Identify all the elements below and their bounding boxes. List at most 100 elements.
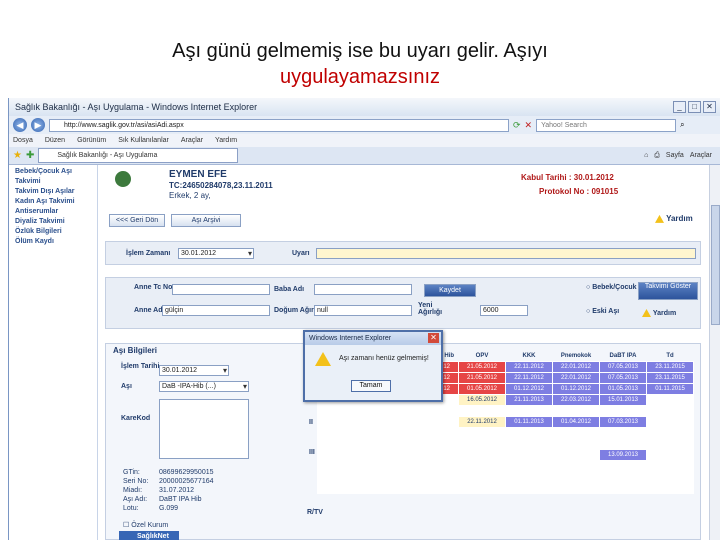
vaccine-cell: [505, 470, 553, 483]
vaccine-cell[interactable]: 01.05.2012: [458, 382, 506, 395]
patient-avatar-icon: [115, 171, 131, 187]
dogum-agirligi-input[interactable]: null: [314, 305, 412, 316]
close-window-button[interactable]: ✕: [703, 101, 716, 113]
uyari-field[interactable]: [316, 248, 696, 259]
print-icon[interactable]: ⎙: [654, 152, 660, 160]
yeni-agirlik-input[interactable]: 6000: [480, 305, 528, 316]
takvimi-goster-button[interactable]: Takvimi Göster: [638, 282, 698, 300]
vaccine-cell[interactable]: 01.04.2012: [552, 415, 600, 428]
vaccine-cell[interactable]: 21.11.2013: [505, 393, 553, 406]
eski-asi-radio[interactable]: ○ Eski Aşı: [586, 308, 619, 315]
back-button[interactable]: <<< Geri Dön: [109, 214, 165, 227]
asi-select[interactable]: DaB -IPA-Hib (...): [159, 381, 249, 392]
vaccine-cell[interactable]: 16.05.2012: [411, 459, 459, 472]
scrollbar-thumb[interactable]: [711, 205, 720, 325]
vaccine-cell[interactable]: 01.12.2012: [505, 382, 553, 395]
vaccine-cell[interactable]: 20.07.2012: [317, 448, 365, 461]
vaccine-cell[interactable]: 21.05.2012: [458, 371, 506, 384]
vaccine-cell[interactable]: 23.11.2015: [646, 360, 694, 373]
menu-item-dosya[interactable]: Dosya: [13, 137, 33, 144]
help-button[interactable]: Yardım: [655, 214, 693, 227]
nav-item-diyaliz[interactable]: Diyaliz Takvimi: [9, 217, 94, 227]
vaccine-cell[interactable]: 22.11.2013: [411, 481, 459, 494]
vertical-scrollbar[interactable]: [709, 165, 720, 540]
vaccine-cell[interactable]: 01.12.2012: [552, 382, 600, 395]
nav-item-takvimi[interactable]: Takvimi: [9, 177, 94, 187]
back-icon[interactable]: ◀: [13, 118, 27, 132]
minimize-button[interactable]: _: [673, 101, 686, 113]
seri-no-value: 20000025677164: [159, 478, 214, 485]
browser-tab[interactable]: Sağlık Bakanlığı - Aşı Uygulama: [38, 148, 239, 163]
nav-item-takvim-disi[interactable]: Takvim Dışı Aşılar: [9, 187, 94, 197]
vaccine-cell[interactable]: 01.05.2013: [599, 382, 647, 395]
search-input[interactable]: Yahoo! Search: [536, 118, 677, 132]
vaccine-cell[interactable]: 07.05.2013: [599, 360, 647, 373]
vaccine-cell[interactable]: 31.05.2012: [411, 448, 459, 461]
vaccine-cell[interactable]: 15.01.2013: [599, 393, 647, 406]
forward-icon[interactable]: ▶: [31, 118, 45, 132]
menu-item-araclar[interactable]: Araçlar: [181, 137, 203, 144]
table-row: 05.01.2012 01.04.2012 22.11.2012 01.11.2013…: [317, 415, 694, 428]
baba-adi-input[interactable]: [314, 284, 412, 295]
anne-adi-label: Anne Adı: [134, 307, 165, 314]
vaccine-cell[interactable]: 21.05.2012: [552, 426, 600, 439]
stop-icon[interactable]: ✕: [525, 120, 533, 131]
vaccine-cell[interactable]: 01.11.2015: [646, 382, 694, 395]
nav-item-ozluk[interactable]: Özlük Bilgileri: [9, 227, 94, 237]
favorites-star-icon[interactable]: ★: [13, 150, 22, 161]
karekod-textarea[interactable]: [159, 399, 249, 459]
kaydet-button[interactable]: Kaydet: [424, 284, 476, 297]
vaccine-cell[interactable]: 23.12.2011: [317, 404, 365, 417]
vaccine-cell[interactable]: 22.11.2012: [505, 371, 553, 384]
islem-tarihi-select[interactable]: 30.01.2012: [159, 365, 229, 376]
vaccine-cell[interactable]: 22.11.2012: [458, 415, 506, 428]
nav-item-antiserumlar[interactable]: Antiserumlar: [9, 207, 94, 217]
nav-item-bebek-cocuk[interactable]: Bebek/Çocuk Aşı: [9, 167, 94, 177]
add-favorite-icon[interactable]: ✚: [26, 150, 34, 161]
vaccine-cell[interactable]: 21.05.2012: [458, 360, 506, 373]
help-button-2[interactable]: Yardım: [642, 309, 676, 322]
maximize-button[interactable]: □: [688, 101, 701, 113]
ozel-kurum-checkbox[interactable]: ☐ Özel Kurum: [123, 521, 168, 529]
vaccine-cell[interactable]: 02.12.2012: [552, 481, 600, 494]
table-row: 21.05.2012 21.05.2012: [317, 426, 694, 439]
home-icon[interactable]: ⌂: [644, 152, 648, 160]
vaccine-cell[interactable]: 21.05.2012: [411, 426, 459, 439]
nav-item-olum[interactable]: Ölüm Kaydı: [9, 237, 94, 247]
vaccine-cell[interactable]: 22.01.2012: [552, 371, 600, 384]
vaccine-cell[interactable]: 22.11.2012: [505, 360, 553, 373]
menu-item-favoriler[interactable]: Sık Kullanılanlar: [118, 137, 169, 144]
vaccine-cell: [599, 470, 647, 483]
vaccine-cell[interactable]: 07.03.2013: [599, 415, 647, 428]
patient-tc: TC:24650284078,23.11.2011: [169, 181, 273, 190]
menu-item-yardim[interactable]: Yardım: [215, 137, 237, 144]
vaccine-cell: [552, 459, 600, 472]
menu-item-duzen[interactable]: Düzen: [45, 137, 65, 144]
menu-item-gorunum[interactable]: Görünüm: [77, 137, 106, 144]
vaccine-cell[interactable]: 23.11.2015: [646, 371, 694, 384]
islem-zamani-select[interactable]: 30.01.2012: [178, 248, 254, 259]
vaccine-cell[interactable]: 01.04.2012: [411, 415, 459, 428]
url-input[interactable]: http://www.saglik.gov.tr/asi/asiAdi.aspx: [49, 118, 509, 132]
asi-arsivi-button[interactable]: Aşı Arşivi: [171, 214, 241, 227]
nav-item-kadin-asi[interactable]: Kadın Aşı Takvimi: [9, 197, 94, 207]
dialog-close-icon[interactable]: ✕: [428, 333, 439, 343]
vaccine-cell[interactable]: 22.03.2012: [552, 393, 600, 406]
vaccine-cell[interactable]: 07.05.2013: [599, 371, 647, 384]
vaccine-cell[interactable]: 01.11.2013: [505, 415, 553, 428]
vaccine-cell[interactable]: 31.05.2012: [552, 448, 600, 461]
vaccine-cell[interactable]: 16.05.2012: [458, 393, 506, 406]
vaccine-cell[interactable]: 22.01.2012: [552, 360, 600, 373]
tools-menu[interactable]: Araçlar: [690, 152, 712, 160]
vaccine-cell[interactable]: 02.12.2012: [552, 470, 600, 483]
vaccine-cell[interactable]: 20.06.2012: [317, 437, 365, 450]
anne-adi-input[interactable]: gülçin: [162, 305, 270, 316]
page-menu[interactable]: Sayfa: [666, 152, 684, 160]
refresh-icon[interactable]: ⟳: [513, 120, 521, 131]
dialog-ok-button[interactable]: Tamam: [351, 380, 391, 392]
vaccine-cell[interactable]: 05.01.2012: [317, 415, 365, 428]
anne-tc-input[interactable]: [172, 284, 270, 295]
vaccine-cell: [458, 437, 506, 450]
vaccine-cell[interactable]: 13.09.2013: [599, 448, 647, 461]
search-icon[interactable]: ⌕: [680, 120, 684, 130]
